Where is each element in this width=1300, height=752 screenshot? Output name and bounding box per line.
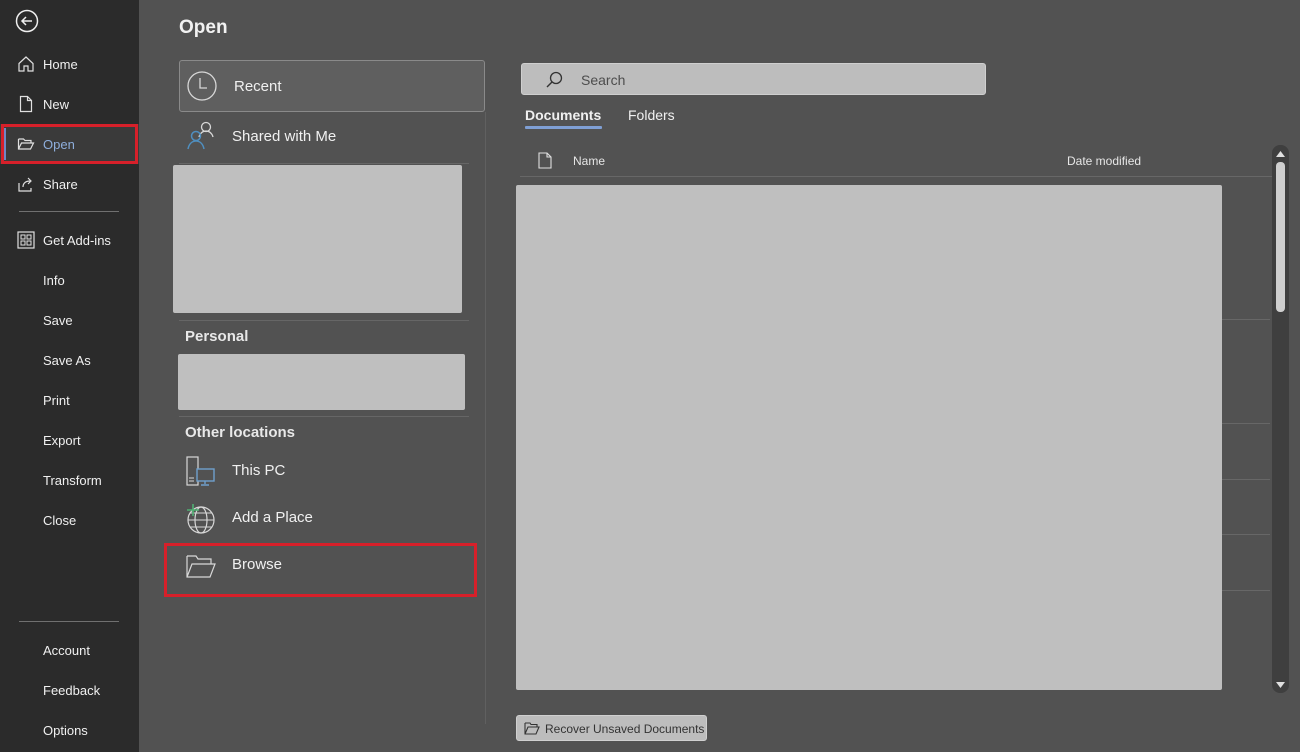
folder-icon [186, 555, 216, 578]
nav-item-label: Open [43, 136, 75, 152]
redacted-personal-location[interactable] [178, 354, 465, 410]
nav-item-save[interactable]: Save [0, 300, 139, 340]
divider [179, 320, 469, 321]
location-shared-with-me[interactable]: Shared with Me [179, 112, 485, 162]
nav-item-label: Close [43, 512, 77, 528]
search-placeholder: Search [581, 72, 626, 88]
nav-item-options[interactable]: Options [0, 710, 139, 750]
globe-add-icon [187, 504, 215, 534]
nav-item-label: Save As [43, 352, 91, 368]
header-divider [520, 176, 1272, 177]
redacted-account-area [173, 165, 462, 313]
nav-item-save-as[interactable]: Save As [0, 340, 139, 380]
nav-item-label: New [43, 96, 70, 112]
nav-item-label: Home [43, 56, 78, 72]
location-browse[interactable]: Browse [179, 540, 485, 590]
search-icon [546, 71, 563, 88]
nav-item-transform[interactable]: Transform [0, 460, 139, 500]
section-heading-personal: Personal [185, 328, 249, 345]
nav-item-account[interactable]: Account [0, 630, 139, 670]
search-input[interactable]: Search [521, 63, 986, 95]
nav-item-label: Transform [43, 472, 102, 488]
row-divider [1222, 534, 1270, 535]
column-header-date-modified[interactable]: Date modified [1067, 154, 1141, 168]
folder-icon [524, 722, 540, 735]
section-heading-other-locations: Other locations [185, 424, 296, 441]
row-divider [1222, 479, 1270, 480]
nav-item-label: Share [43, 176, 78, 192]
location-this-pc[interactable]: This PC [179, 446, 485, 496]
back-arrow-icon[interactable] [15, 9, 39, 33]
nav-item-print[interactable]: Print [0, 380, 139, 420]
scrollbar-thumb[interactable] [1276, 162, 1285, 312]
location-label: Add a Place [232, 509, 313, 526]
nav-divider [19, 211, 119, 212]
nav-item-label: Print [43, 392, 70, 408]
nav-item-label: Account [43, 642, 90, 658]
recover-unsaved-documents-button[interactable]: Recover Unsaved Documents [516, 715, 707, 741]
nav-item-label: Options [43, 722, 88, 738]
add-ins-icon [17, 231, 35, 249]
location-label: Shared with Me [232, 128, 337, 145]
nav-item-share[interactable]: Share [0, 164, 139, 204]
share-icon [18, 177, 32, 192]
location-add-a-place[interactable]: Add a Place [179, 493, 485, 543]
location-label: This PC [232, 462, 286, 479]
nav-item-home[interactable]: Home [0, 44, 139, 84]
location-recent[interactable]: Recent [179, 60, 485, 112]
location-label: Browse [232, 556, 283, 573]
scroll-up-arrow-icon[interactable] [1275, 150, 1286, 158]
nav-item-label: Save [43, 312, 73, 328]
divider [179, 416, 469, 417]
nav-item-label: Feedback [43, 682, 101, 698]
nav-item-get-add-ins[interactable]: Get Add-ins [0, 220, 139, 260]
computer-icon [186, 456, 215, 486]
clock-icon [187, 71, 217, 101]
row-divider [1222, 590, 1270, 591]
column-divider [485, 112, 486, 724]
column-header-name[interactable]: Name [573, 154, 605, 168]
active-tab-indicator [525, 126, 602, 129]
shared-people-icon [187, 121, 214, 150]
scroll-down-arrow-icon[interactable] [1275, 681, 1286, 689]
row-divider [1222, 423, 1270, 424]
new-document-icon [19, 95, 33, 113]
home-icon [18, 56, 34, 72]
tab-documents[interactable]: Documents [525, 107, 601, 123]
page-title: Open [179, 17, 228, 38]
row-divider [1222, 319, 1270, 320]
nav-divider [19, 621, 119, 622]
nav-item-close[interactable]: Close [0, 500, 139, 540]
file-type-icon [538, 152, 552, 169]
redacted-file-list [516, 185, 1222, 690]
backstage-nav: Home New Open Share Get Add-ins Info Sav… [0, 0, 139, 752]
nav-item-new[interactable]: New [0, 84, 139, 124]
location-label: Recent [234, 78, 282, 95]
recover-button-label: Recover Unsaved Documents [545, 722, 705, 736]
nav-item-feedback[interactable]: Feedback [0, 670, 139, 710]
nav-item-info[interactable]: Info [0, 260, 139, 300]
nav-item-label: Info [43, 272, 65, 288]
nav-item-label: Get Add-ins [43, 232, 111, 248]
open-folder-icon [17, 138, 35, 150]
tab-folders[interactable]: Folders [628, 107, 675, 123]
nav-item-export[interactable]: Export [0, 420, 139, 460]
divider [179, 163, 469, 164]
nav-item-open[interactable]: Open [0, 124, 139, 164]
nav-item-label: Export [43, 432, 81, 448]
